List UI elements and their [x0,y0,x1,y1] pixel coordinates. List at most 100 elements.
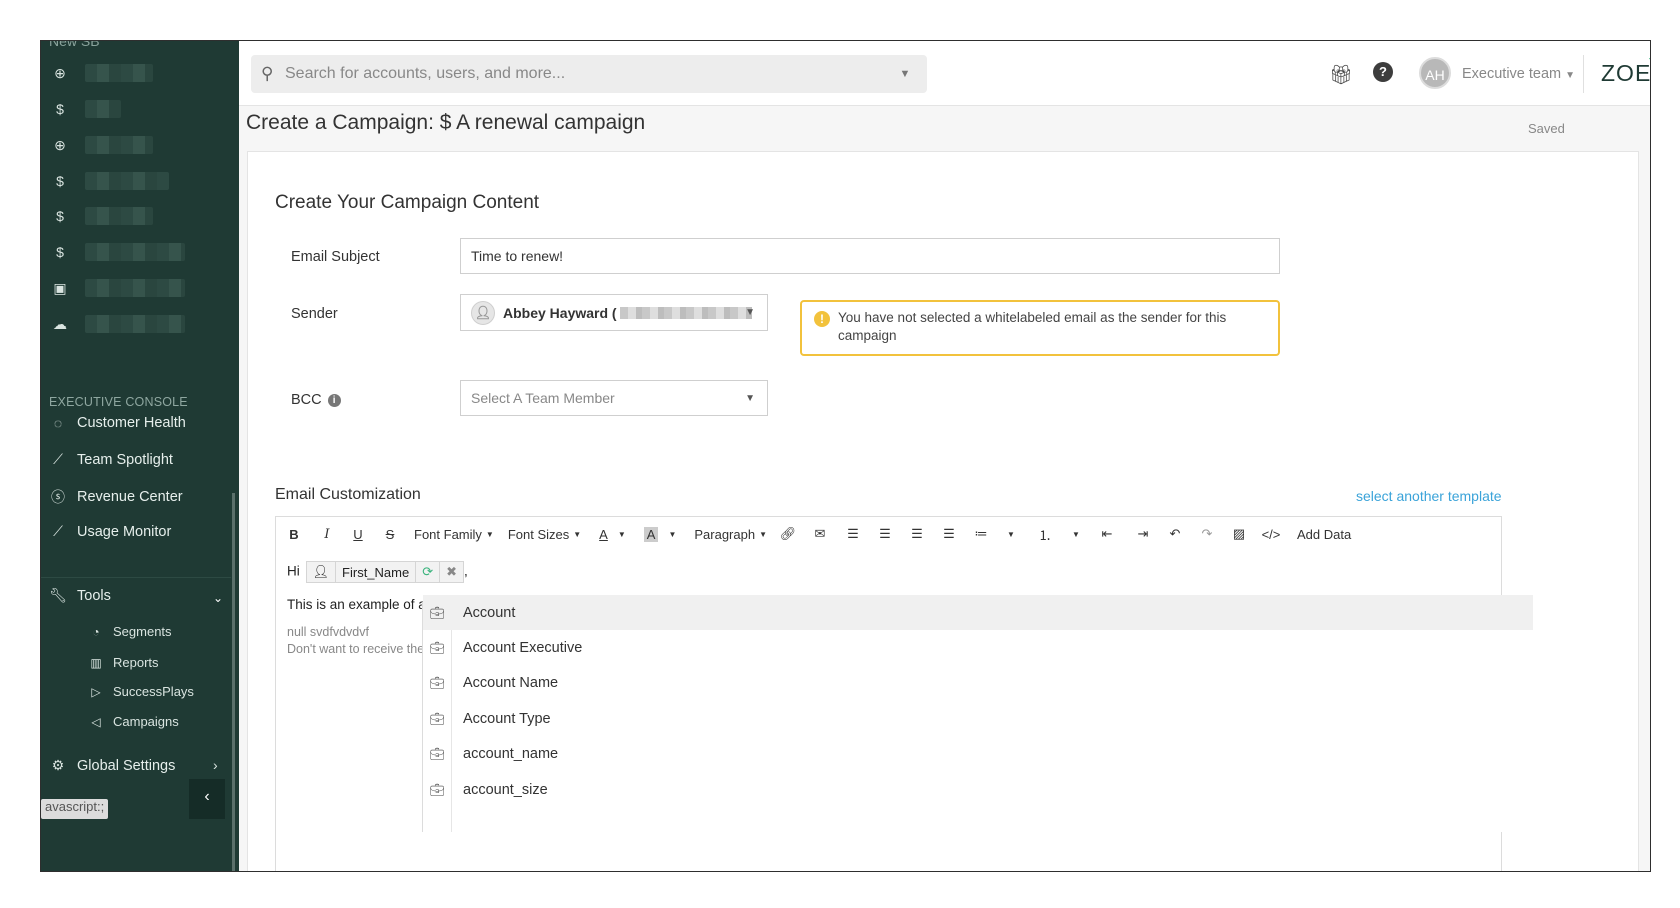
caret-down-icon: ▼ [1565,70,1576,81]
font-sizes-dropdown[interactable]: Font Sizes ▼ [508,521,581,547]
caret-down-icon: ▼ [617,529,626,539]
sidebar-account-item[interactable]: $ [51,242,185,262]
section-heading-executive-console: EXECUTIVE CONSOLE [49,395,188,409]
avatar[interactable]: AH [1419,57,1451,89]
caret-down-icon[interactable]: ▼ [895,68,915,80]
underline-button[interactable]: U [342,521,374,547]
undo-icon[interactable]: ↶ [1159,521,1191,547]
align-left-icon[interactable]: ☰ [837,521,869,547]
team-selector[interactable]: Executive team ▼ [1462,66,1575,82]
email-subject-field[interactable]: Time to renew! [460,238,1280,274]
align-justify-icon[interactable]: ☰ [933,521,965,547]
bold-button[interactable]: B [276,521,312,547]
list-item[interactable]: 💼︎ Account [423,595,1533,630]
data-field-dropdown: 💼︎ Account 💼︎ Account Executive 💼︎ Account … [422,595,1533,832]
refresh-icon[interactable]: ⟳ [416,562,441,582]
italic-button[interactable]: I [312,521,342,547]
sidebar-subitem-successplays[interactable]: ▷ SuccessPlays [87,684,194,699]
briefcase-icon: 💼︎ [429,675,445,690]
sidebar-subitem-campaigns[interactable]: ◁ Campaigns [87,714,178,729]
sender-name: Abbey Hayward ( [503,304,617,321]
editor-greeting-line[interactable]: Hi 👤︎ First_Name ⟳ ✖ , [287,561,468,583]
add-data-button[interactable]: Add Data [1297,521,1351,547]
editor-footer-line[interactable]: Don't want to receive thes [287,641,430,658]
caret-down-icon: ▼ [573,529,582,539]
select-template-link[interactable]: select another template [1356,488,1502,504]
list-item[interactable]: 💼︎ Account Name [423,665,1533,700]
gift-icon[interactable]: 🎁︎ [1329,63,1353,87]
text-color-label: A [599,526,608,542]
caret-down-icon: ▼ [759,529,767,539]
dollar-icon: $ [56,173,64,189]
numbered-list-icon[interactable]: ⒈ [1025,521,1065,547]
scrollbar[interactable] [232,493,235,871]
sidebar-subitem-segments[interactable]: ◔ Segments [87,624,171,639]
caret-down-icon[interactable]: ▼ [1065,521,1087,547]
sidebar-account-item[interactable]: ⊕ [51,63,153,83]
bullet-list-icon[interactable]: ≔ [965,521,997,547]
editor-footer-line[interactable]: null svdfvdvdvf [287,624,369,641]
sidebar-item-label: SuccessPlays [113,684,194,699]
sidebar-subitem-reports[interactable]: ▥ Reports [87,655,158,670]
sidebar-item-tools[interactable]: 🔧︎ Tools [49,587,111,604]
sidebar-account-item[interactable]: ☁ [51,314,185,334]
divider [41,577,231,578]
sidebar-account-item[interactable]: $ [51,171,169,191]
warning-text: You have not selected a whitelabeled ema… [838,310,1227,343]
wrench-icon: 🔧︎ [49,587,67,603]
sidebar-item-label[interactable]: New SB [49,41,100,49]
sidebar-account-item[interactable]: ⊕ [51,135,153,155]
sidebar-item-revenue-center[interactable]: ⓢ Revenue Center [49,487,183,507]
sender-select[interactable]: 👤︎ Abbey Hayward ( ▼ [460,294,768,331]
align-center-icon[interactable]: ☰ [869,521,901,547]
dollar-icon: $ [56,208,64,224]
email-link-icon[interactable]: ✉ [803,521,837,547]
indent-icon[interactable]: ⇥ [1127,521,1159,547]
font-family-label: Font Family [414,526,482,542]
sidebar-item-label: Team Spotlight [77,451,173,468]
redo-icon[interactable]: ↷ [1191,521,1223,547]
caret-down-icon[interactable]: ▼ [997,521,1025,547]
sidebar-account-item[interactable]: $ [51,206,153,226]
strikethrough-button[interactable]: S [374,521,406,547]
bcc-label-text: BCC [291,392,322,408]
global-search-input[interactable]: ⚲ Search for accounts, users, and more..… [251,55,927,93]
text-color-dropdown[interactable]: A ▼ [599,521,626,547]
help-icon[interactable]: ? [1373,62,1393,82]
close-icon[interactable]: ✖ [440,562,464,582]
merge-field-token[interactable]: 👤︎ First_Name ⟳ ✖ [305,561,465,583]
team-label: Executive team [1462,66,1562,82]
dollar-icon: $ [56,101,64,117]
list-item[interactable]: 💼︎ Account Executive [423,630,1533,665]
info-icon[interactable]: i [327,394,341,407]
outdent-icon[interactable]: ⇤ [1087,521,1127,547]
list-item[interactable]: 💼︎ account_name [423,736,1533,771]
app-frame: New SB ⊕ $ ⊕ $ $ $ ▣ ☁ EXECUTIVE CONSOLE… [40,40,1651,872]
link-icon[interactable]: 🔗︎ [773,521,803,547]
bar-chart-icon: ▥ [90,655,102,670]
chevron-down-icon[interactable]: ⌄ [213,591,223,605]
bcc-select[interactable]: Select A Team Member ▼ [460,380,768,416]
list-item-label: Account [463,604,516,621]
sidebar-item-usage-monitor[interactable]: ⟋ Usage Monitor [49,523,171,540]
caret-down-icon: ▼ [668,529,677,539]
font-family-dropdown[interactable]: Font Family ▼ [414,521,494,547]
sidebar-item-customer-health[interactable]: ◌ Customer Health [49,415,186,431]
sidebar-item-label: Revenue Center [77,489,183,505]
code-view-icon[interactable]: </> [1255,521,1287,547]
briefcase-icon: 💼︎ [429,746,445,761]
background-color-dropdown[interactable]: A ▼ [643,521,677,547]
sidebar-item-team-spotlight[interactable]: ⟋ Team Spotlight [49,451,173,468]
paragraph-dropdown[interactable]: Paragraph ▼ [694,521,767,547]
sidebar-item-global-settings[interactable]: ⚙ Global Settings [49,757,176,774]
sidebar-account-item[interactable]: $ [51,99,121,119]
image-icon[interactable]: ▨ [1223,521,1255,547]
align-right-icon[interactable]: ☰ [901,521,933,547]
status-bar-url: avascript:; [41,799,109,819]
list-item[interactable]: 💼︎ account_size [423,772,1533,807]
list-item[interactable]: 💼︎ Account Type [423,701,1533,736]
redacted-account-name [85,243,185,261]
collapse-sidebar-button[interactable]: ‹ [189,779,225,819]
editor-body-line[interactable]: This is an example of an $ [287,597,445,612]
sidebar-account-item[interactable]: ▣ [51,278,185,298]
